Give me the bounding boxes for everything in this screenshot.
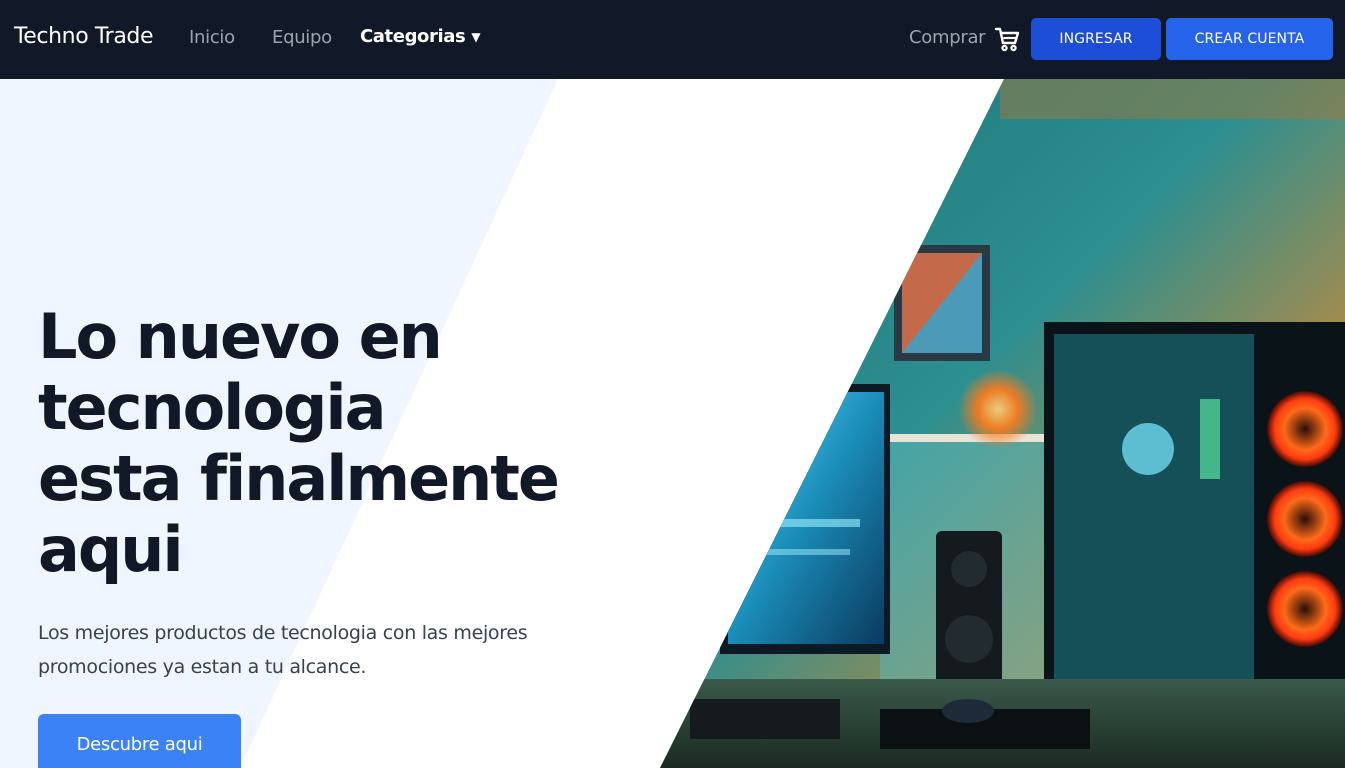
hero-headline: Lo nuevo en tecnologia esta finalmente a… <box>38 301 638 585</box>
nav-dropdown-categorias[interactable]: Categorias ▼ <box>360 26 481 47</box>
brand-logo[interactable]: Techno Trade <box>14 24 154 49</box>
headline-line-2: tecnologia <box>38 371 387 444</box>
subtitle-line-1: Los mejores productos de tecnologia con … <box>38 622 528 644</box>
headline-line-4: aqui <box>38 513 184 586</box>
headline-line-3: esta finalmente <box>38 442 560 515</box>
nav-link-equipo[interactable]: Equipo <box>272 27 332 48</box>
hero-section: Lo nuevo en tecnologia esta finalmente a… <box>0 79 1345 768</box>
navbar: Techno Trade Inicio Equipo Categorias ▼ … <box>0 0 1345 79</box>
hero-subtitle: Los mejores productos de tecnologia con … <box>38 616 598 684</box>
caret-down-icon: ▼ <box>471 29 481 44</box>
ingresar-button[interactable]: INGRESAR <box>1031 18 1161 60</box>
descubre-aqui-button[interactable]: Descubre aqui <box>38 714 241 768</box>
headline-line-1: Lo nuevo en <box>38 300 443 373</box>
crear-cuenta-button[interactable]: CREAR CUENTA <box>1166 18 1333 60</box>
nav-link-comprar[interactable]: Comprar <box>909 27 986 48</box>
subtitle-line-2: promociones ya estan a tu alcance. <box>38 656 367 678</box>
nav-dropdown-label: Categorias <box>360 26 466 47</box>
shopping-cart-icon[interactable] <box>993 25 1021 53</box>
nav-link-inicio[interactable]: Inicio <box>189 27 235 48</box>
